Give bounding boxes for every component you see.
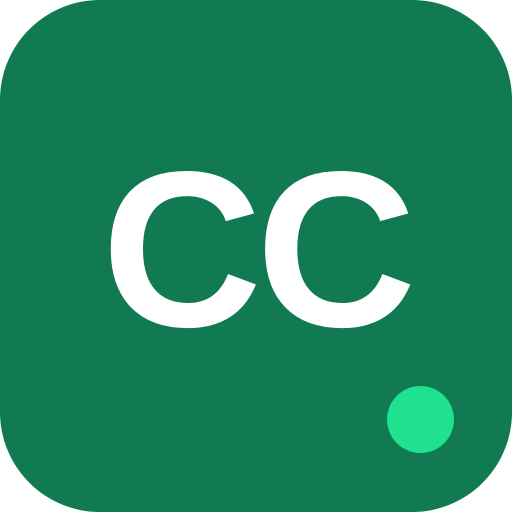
app-icon[interactable]: CC <box>0 0 512 512</box>
status-dot-icon <box>387 386 454 453</box>
